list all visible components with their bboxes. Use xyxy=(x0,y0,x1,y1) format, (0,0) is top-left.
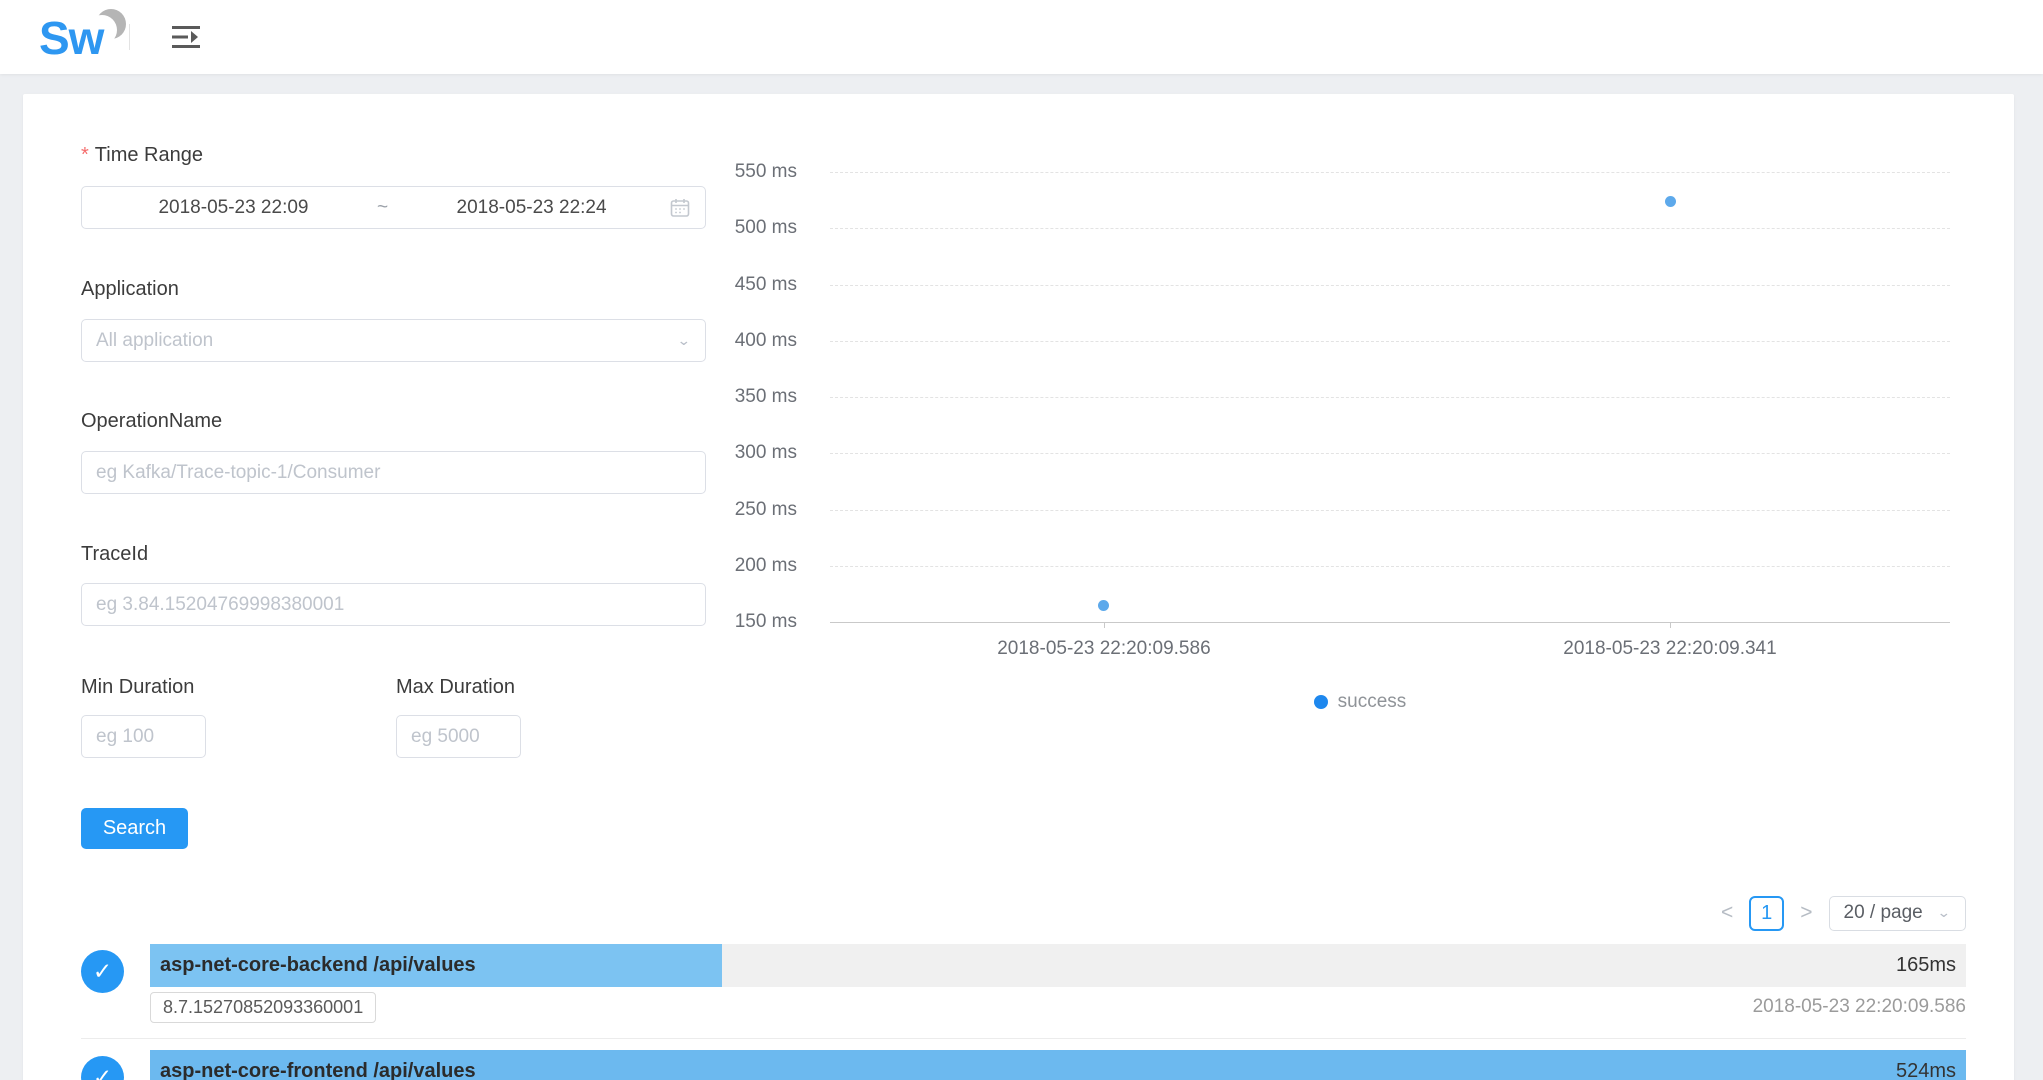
x-axis-tick xyxy=(1104,622,1105,628)
time-range-picker-wrap: 2018-05-23 22:09 ~ 2018-05-23 22:24 xyxy=(81,186,706,229)
chevron-down-icon: ⌄ xyxy=(677,333,691,349)
trace-item-body: asp-net-core-frontend /api/values 524ms xyxy=(150,1050,1966,1080)
time-range-picker[interactable]: 2018-05-23 22:09 ~ 2018-05-23 22:24 xyxy=(81,186,706,229)
min-duration-label: Min Duration xyxy=(81,676,381,699)
trace-result-list: ✓ asp-net-core-backend /api/values 165ms… xyxy=(81,944,1966,1080)
time-range-separator: ~ xyxy=(371,197,394,219)
y-axis-tick-label: 250 ms xyxy=(720,499,797,521)
next-page-button[interactable]: > xyxy=(1796,901,1816,925)
trace-id-input[interactable] xyxy=(81,583,706,626)
y-axis-tick-label: 400 ms xyxy=(720,330,797,352)
scatter-plot xyxy=(830,172,1950,622)
x-axis-line xyxy=(830,622,1950,623)
trace-title: asp-net-core-backend /api/values xyxy=(160,944,476,987)
trace-meta-row: 8.7.15270852093360001 2018-05-23 22:20:0… xyxy=(150,990,1966,1024)
x-axis-tick-label: 2018-05-23 22:20:09.586 xyxy=(997,638,1210,660)
trace-title: asp-net-core-frontend /api/values xyxy=(160,1050,476,1080)
trace-search-panel: *Time Range 2018-05-23 22:09 ~ 2018-05-2… xyxy=(23,94,2014,1080)
success-check-icon: ✓ xyxy=(81,1056,124,1080)
operation-name-input[interactable] xyxy=(81,451,706,494)
trace-timestamp: 2018-05-23 22:20:09.586 xyxy=(1753,996,1966,1018)
gridline xyxy=(830,453,1950,454)
calendar-icon[interactable] xyxy=(669,197,691,219)
operation-name-label: OperationName xyxy=(81,410,706,433)
min-duration-input[interactable] xyxy=(81,715,206,758)
operation-name-field-wrap xyxy=(81,451,706,494)
legend-item-success[interactable]: success xyxy=(720,691,2000,713)
menu-unfold-icon[interactable] xyxy=(170,22,204,52)
y-axis-tick-label: 350 ms xyxy=(720,386,797,408)
y-axis-tick-label: 550 ms xyxy=(720,161,797,183)
trace-id-badge: 8.7.15270852093360001 xyxy=(150,992,376,1023)
application-select[interactable]: All application ⌄ xyxy=(81,319,706,362)
min-duration-field-wrap xyxy=(81,715,206,758)
duration-scatter-chart: 550 ms 500 ms 450 ms 400 ms 350 ms 300 ms 250 … xyxy=(720,94,2000,774)
gridline xyxy=(830,228,1950,229)
trace-item[interactable]: ✓ asp-net-core-backend /api/values 165ms… xyxy=(81,944,1966,1024)
gridline xyxy=(830,285,1950,286)
trace-item[interactable]: ✓ asp-net-core-frontend /api/values 524m… xyxy=(81,1038,1966,1080)
page-number-1[interactable]: 1 xyxy=(1749,896,1784,931)
legend-label: success xyxy=(1338,691,1407,713)
pagination: < 1 > 20 / page ⌄ xyxy=(1717,895,1966,931)
search-button[interactable]: Search xyxy=(81,808,188,849)
required-asterisk: * xyxy=(81,144,89,166)
trace-duration: 165ms xyxy=(1896,944,1956,987)
x-axis-tick xyxy=(1670,622,1671,628)
time-range-field: *Time Range xyxy=(81,144,706,167)
gridline xyxy=(830,510,1950,511)
gridline xyxy=(830,341,1950,342)
legend-dot-icon xyxy=(1314,695,1328,709)
y-axis-tick-label: 500 ms xyxy=(720,217,797,239)
prev-page-button[interactable]: < xyxy=(1717,901,1737,925)
y-axis-tick-label: 200 ms xyxy=(720,555,797,577)
time-range-label: *Time Range xyxy=(81,144,706,167)
trace-bar-row: asp-net-core-frontend /api/values 524ms xyxy=(150,1050,1966,1080)
page-size-select[interactable]: 20 / page ⌄ xyxy=(1829,896,1967,931)
y-axis-tick-label: 300 ms xyxy=(720,442,797,464)
application-select-wrap: All application ⌄ xyxy=(81,319,706,362)
trace-item-body: asp-net-core-backend /api/values 165ms 8… xyxy=(150,944,1966,1024)
time-range-end-value[interactable]: 2018-05-23 22:24 xyxy=(394,197,669,219)
trace-id-field-wrap xyxy=(81,583,706,626)
gridline xyxy=(830,172,1950,173)
application-label: Application xyxy=(81,278,706,301)
time-range-start-value[interactable]: 2018-05-23 22:09 xyxy=(96,197,371,219)
gridline xyxy=(830,566,1950,567)
skywalking-logo[interactable]: Sw xyxy=(39,9,121,65)
max-duration-input[interactable] xyxy=(396,715,521,758)
trace-duration: 524ms xyxy=(1896,1050,1956,1080)
app-header: Sw xyxy=(0,0,2043,74)
application-select-placeholder: All application xyxy=(96,330,213,352)
scatter-point[interactable] xyxy=(1098,600,1109,611)
scatter-point[interactable] xyxy=(1665,196,1676,207)
gridline xyxy=(830,397,1950,398)
success-check-icon: ✓ xyxy=(81,950,124,993)
trace-id-label: TraceId xyxy=(81,543,706,566)
max-duration-field-wrap xyxy=(396,715,521,758)
trace-bar-row: asp-net-core-backend /api/values 165ms xyxy=(150,944,1966,987)
chevron-down-icon: ⌄ xyxy=(1937,905,1951,921)
y-axis-tick-label: 450 ms xyxy=(720,274,797,296)
logo-text: Sw xyxy=(39,11,103,65)
x-axis-tick-label: 2018-05-23 22:20:09.341 xyxy=(1563,638,1776,660)
page-size-label: 20 / page xyxy=(1844,902,1923,924)
max-duration-label: Max Duration xyxy=(396,676,696,699)
y-axis-tick-label: 150 ms xyxy=(720,611,797,633)
header-divider xyxy=(129,24,130,50)
